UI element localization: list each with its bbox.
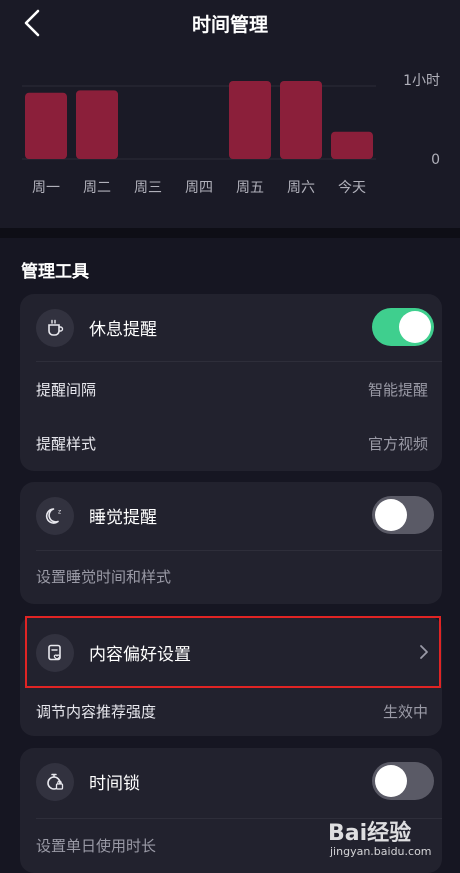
rest-style-row[interactable]: 提醒样式 官方视频 (20, 423, 442, 463)
time-lock-desc: 设置单日使用时长 (36, 837, 157, 855)
bar-5 (229, 81, 271, 159)
moon-icon: z (36, 497, 74, 535)
page-title: 时间管理 (191, 14, 268, 36)
divider (36, 550, 442, 551)
cup-icon (36, 309, 74, 347)
sleep-reminder-row: z 睡觉提醒 (20, 482, 442, 548)
content-strength-desc: 调节内容推荐强度 (36, 703, 157, 721)
category-label-3: 周三 (134, 180, 162, 196)
rest-style-value: 官方视频 (367, 435, 428, 453)
toggle-knob (375, 765, 407, 797)
chevron-right-icon (420, 645, 428, 659)
sleep-settings-row[interactable]: 设置睡觉时间和样式 (20, 556, 442, 596)
sleep-reminder-toggle[interactable] (372, 496, 434, 534)
category-label-2: 周二 (83, 180, 111, 196)
watermark-url: jingyan.baidu.com (330, 845, 432, 858)
content-strength-value: 生效中 (382, 703, 428, 721)
content-preference-card[interactable]: 内容偏好设置 (20, 616, 442, 690)
usage-summary-panel: 时间管理 1小时 0 周一 周二 周三 周四 周五 周六 今天 (0, 0, 460, 228)
category-label-5: 周五 (236, 180, 264, 196)
weekly-usage-chart: 1小时 0 周一 周二 周三 周四 周五 周六 今天 (22, 73, 440, 196)
timer-lock-icon (36, 763, 74, 801)
rest-reminder-toggle[interactable] (372, 308, 434, 346)
bar-1 (25, 92, 67, 159)
time-lock-row: 时间锁 (20, 748, 442, 814)
sleep-reminder-card: z 睡觉提醒 设置睡觉时间和样式 (20, 482, 442, 604)
y-tick-label-min: 0 (431, 152, 440, 168)
divider (36, 361, 442, 362)
rest-reminder-row: 休息提醒 (20, 294, 442, 360)
toggle-knob (375, 499, 407, 531)
sleep-settings-desc: 设置睡觉时间和样式 (36, 568, 172, 586)
content-strength-row[interactable]: 调节内容推荐强度 生效中 (20, 690, 442, 736)
section-divider (0, 228, 460, 238)
content-preference-row[interactable]: 内容偏好设置 (20, 619, 442, 685)
category-label-7: 今天 (338, 180, 366, 196)
category-label-6: 周六 (287, 180, 315, 196)
category-label-1: 周一 (32, 180, 60, 196)
bar-2 (76, 90, 118, 159)
rest-interval-label: 提醒间隔 (36, 381, 97, 399)
rest-interval-value: 智能提醒 (367, 381, 428, 399)
y-tick-label-max: 1小时 (403, 73, 440, 89)
content-preference-label: 内容偏好设置 (89, 645, 191, 665)
rest-reminder-card: 休息提醒 提醒间隔 智能提醒 提醒样式 官方视频 (20, 294, 442, 471)
sleep-reminder-label: 睡觉提醒 (89, 508, 157, 528)
baidu-jingyan-watermark: Bai经验 jingyan.baidu.com (326, 815, 446, 863)
toggle-knob (399, 311, 431, 343)
bar-6 (280, 81, 322, 159)
rest-interval-row[interactable]: 提醒间隔 智能提醒 (20, 369, 442, 409)
bar-7 (331, 131, 373, 159)
rest-reminder-label: 休息提醒 (89, 320, 157, 340)
svg-text:z: z (58, 509, 61, 516)
watermark-brand: Bai经验 (328, 821, 412, 846)
rest-style-label: 提醒样式 (36, 435, 97, 453)
document-heart-icon (36, 634, 74, 672)
section-title: 管理工具 (21, 262, 89, 282)
time-lock-label: 时间锁 (89, 774, 140, 794)
category-label-4: 周四 (185, 180, 213, 196)
time-lock-toggle[interactable] (372, 762, 434, 800)
